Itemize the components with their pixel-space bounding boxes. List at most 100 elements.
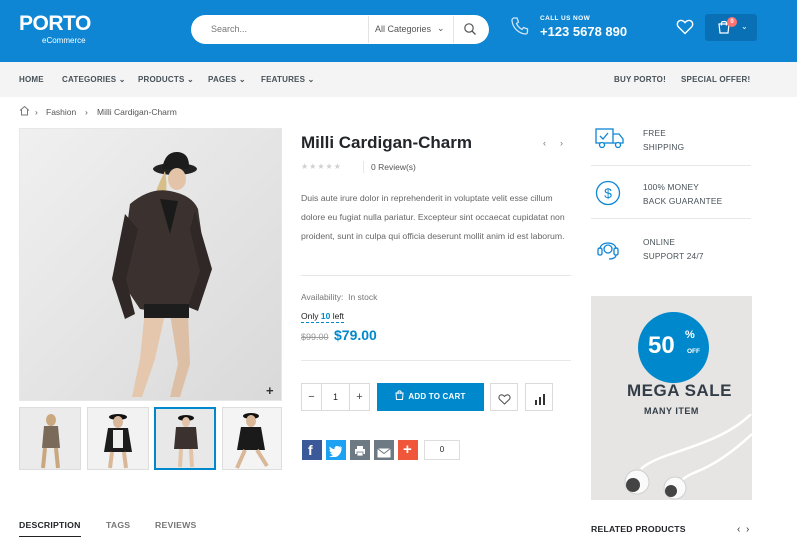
divider [591,165,751,166]
feature-support: ONLINE SUPPORT 24/7 [591,235,751,265]
home-icon[interactable] [19,105,30,118]
search-input[interactable]: Search... [211,24,247,34]
print-button[interactable] [350,440,370,460]
share-count: 0 [424,440,460,460]
nav-label: CATEGORIES [62,75,117,84]
main-nav: HOME CATEGORIES ⌄ PRODUCTS ⌄ PAGES ⌄ FEA… [0,62,797,97]
product-title: Milli Cardigan-Charm [301,133,472,152]
qty-increase-button[interactable]: + [349,384,369,410]
top-header: PORTO eCommerce Search... All Categories… [0,0,797,62]
chevron-down-icon: ⌄ [741,22,748,31]
availability: Availability: In stock [301,292,377,302]
phone-icon [509,15,531,42]
tab-reviews[interactable]: REVIEWS [155,520,196,530]
nav-pages[interactable]: PAGES ⌄ [208,75,246,84]
related-next-icon[interactable]: › [746,524,749,535]
discount-badge: 50 % OFF [638,312,709,383]
headset-icon [595,235,621,266]
search-divider [368,16,369,43]
qty-input[interactable]: 1 [322,384,349,410]
stock-count: 10 [320,311,331,321]
facebook-icon: f [308,442,313,458]
next-product-icon[interactable]: › [560,138,563,148]
feature-line2: SHIPPING [643,142,685,152]
stock-left: Only 10 left [301,311,345,323]
nav-label: PRODUCTS [138,75,185,84]
chevron-down-icon: ⌄ [118,75,126,84]
twitter-share-button[interactable] [326,440,346,460]
twitter-icon [329,444,343,462]
zoom-icon[interactable]: + [266,383,274,398]
nav-special-offer[interactable]: SPECIAL OFFER! [681,75,750,84]
qty-decrease-button[interactable]: − [302,384,322,410]
thumbnail-4[interactable] [222,407,282,470]
prev-product-icon[interactable]: ‹ [543,138,546,148]
add-to-cart-button[interactable]: ADD TO CART [377,383,484,411]
search-icon[interactable] [463,22,477,41]
chevron-down-icon: ⌄ [186,75,194,84]
chart-bar-icon [534,392,546,410]
reviews-link[interactable]: 0 Review(s) [371,162,416,172]
promo-banner[interactable]: 50 % OFF MEGA SALE MANY ITEM [591,296,752,500]
breadcrumb-current: Milli Cardigan-Charm [97,107,177,117]
tab-description[interactable]: DESCRIPTION [19,520,81,530]
nav-products[interactable]: PRODUCTS ⌄ [138,75,194,84]
feature-line1: ONLINE [643,237,676,247]
more-share-button[interactable]: + [398,440,418,460]
divider [301,360,571,361]
compare-button[interactable] [525,383,553,411]
search-bar: Search... All Categories ⌄ [191,15,489,44]
nav-features[interactable]: FEATURES ⌄ [261,75,314,84]
dollar-icon: $ [595,180,621,211]
chevron-down-icon: ⌄ [307,75,315,84]
cart-button[interactable]: 0 ⌄ [705,14,757,41]
nav-label: FEATURES [261,75,306,84]
print-icon [354,444,366,462]
off-label: OFF [687,348,700,355]
chevron-right-icon: › [35,107,38,117]
bag-icon [395,384,404,412]
add-to-wishlist-button[interactable] [490,383,518,411]
breadcrumb-fashion[interactable]: Fashion [46,107,76,117]
nav-home[interactable]: HOME [19,75,44,84]
product-description: Duis aute irure dolor in reprehenderit i… [301,193,565,242]
nav-buy-porto[interactable]: BUY PORTO! [614,75,666,84]
tab-tags[interactable]: TAGS [106,520,130,530]
cart-count-badge: 0 [727,17,737,27]
discount-percent: 50 [648,332,675,359]
logo[interactable]: PORTO eCommerce [19,12,91,45]
related-prev-icon[interactable]: ‹ [737,524,740,535]
chevron-down-icon: ⌄ [238,75,246,84]
wishlist-icon[interactable] [676,19,694,40]
email-share-button[interactable] [374,440,394,460]
phone-number[interactable]: +123 5678 890 [540,24,627,39]
feature-shipping: FREE SHIPPING [591,126,751,156]
availability-label: Availability: [301,292,344,302]
thumbnail-3-selected[interactable] [154,407,216,470]
feature-line2: SUPPORT 24/7 [643,251,704,261]
thumbnail-2[interactable] [87,407,149,470]
feature-money-back: $ 100% MONEY BACK GUARANTEE [591,180,751,210]
add-to-cart-label: ADD TO CART [408,392,466,401]
plus-icon: + [403,441,412,458]
price: $79.00 [334,327,377,343]
search-divider [453,16,454,43]
feature-line1: FREE [643,128,666,138]
logo-sub: eCommerce [42,36,86,45]
svg-text:$: $ [604,185,612,201]
product-main-image[interactable] [19,128,282,401]
nav-categories[interactable]: CATEGORIES ⌄ [62,75,126,84]
stock-suffix: left [332,311,345,321]
mail-icon [377,445,391,463]
feature-line2: BACK GUARANTEE [643,196,723,206]
related-products-title: RELATED PRODUCTS [591,524,686,534]
percent-sign: % [685,329,695,341]
category-select[interactable]: All Categories [375,24,431,34]
facebook-share-button[interactable]: f [302,440,322,460]
heart-icon [498,392,511,410]
thumbnail-1[interactable] [19,407,81,470]
divider [301,275,571,276]
chevron-right-icon: › [85,107,88,117]
availability-value: In stock [348,292,378,302]
logo-main: PORTO [19,12,91,35]
